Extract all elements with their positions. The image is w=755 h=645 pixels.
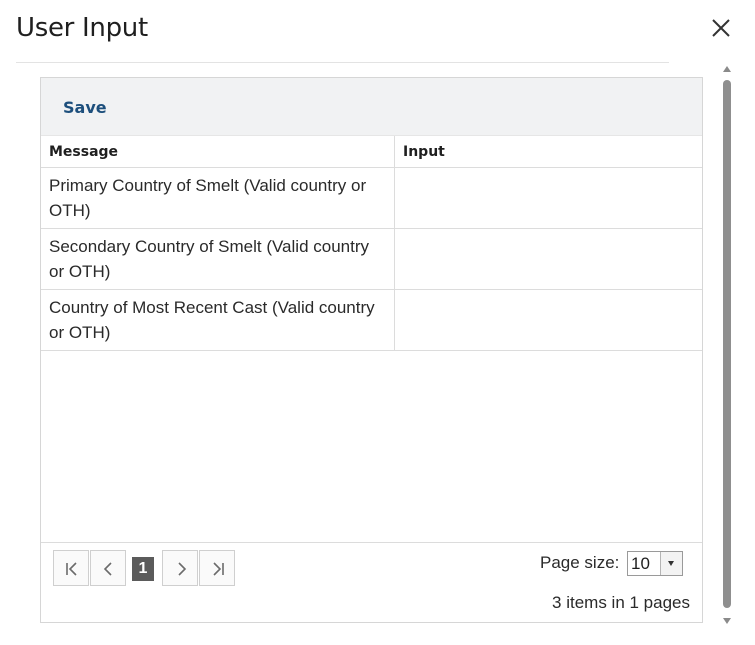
column-header-input[interactable]: Input xyxy=(394,136,702,168)
message-cell: Primary Country of Smelt (Valid country … xyxy=(41,167,395,229)
last-page-icon xyxy=(213,562,224,576)
table-row: Secondary Country of Smelt (Valid countr… xyxy=(41,228,702,290)
close-button[interactable] xyxy=(709,16,733,40)
table-row: Primary Country of Smelt (Valid country … xyxy=(41,167,702,229)
scrollbar-thumb[interactable] xyxy=(723,80,731,608)
previous-page-icon xyxy=(103,562,112,576)
user-input-dialog: User Input Save Message Input Primary Co… xyxy=(0,0,755,645)
message-cell: Country of Most Recent Cast (Valid count… xyxy=(41,289,395,351)
last-page-button[interactable] xyxy=(199,550,235,586)
table-row: Country of Most Recent Cast (Valid count… xyxy=(41,289,702,351)
table-header-row: Message Input xyxy=(41,136,702,168)
page-size-select[interactable]: 10 xyxy=(627,551,683,576)
title-divider xyxy=(16,62,669,63)
column-header-message[interactable]: Message xyxy=(41,136,395,168)
grid-toolbar: Save xyxy=(41,78,702,136)
vertical-scrollbar[interactable] xyxy=(720,66,734,624)
scroll-up-icon[interactable] xyxy=(723,66,731,72)
next-page-icon xyxy=(178,562,187,576)
previous-page-button[interactable] xyxy=(90,550,126,586)
input-cell[interactable] xyxy=(394,228,702,290)
page-size-label: Page size: xyxy=(540,553,620,572)
close-icon xyxy=(712,19,730,37)
first-page-button[interactable] xyxy=(53,550,89,586)
page-size-value: 10 xyxy=(631,554,650,573)
input-grid: Save Message Input Primary Country of Sm… xyxy=(40,77,703,623)
next-page-button[interactable] xyxy=(162,550,198,586)
input-cell[interactable] xyxy=(394,167,702,229)
current-page-button[interactable]: 1 xyxy=(132,557,154,581)
message-cell: Secondary Country of Smelt (Valid countr… xyxy=(41,228,395,290)
items-info: 3 items in 1 pages xyxy=(552,593,690,612)
input-cell[interactable] xyxy=(394,289,702,351)
dialog-title: User Input xyxy=(16,13,148,43)
save-button[interactable]: Save xyxy=(63,98,107,117)
first-page-icon xyxy=(66,562,77,576)
chevron-down-icon xyxy=(660,552,682,575)
scroll-down-icon[interactable] xyxy=(723,618,731,624)
input-table: Message Input Primary Country of Smelt (… xyxy=(41,136,702,351)
pager: 1 Page size: 10 3 items in 1 pages xyxy=(41,542,702,623)
